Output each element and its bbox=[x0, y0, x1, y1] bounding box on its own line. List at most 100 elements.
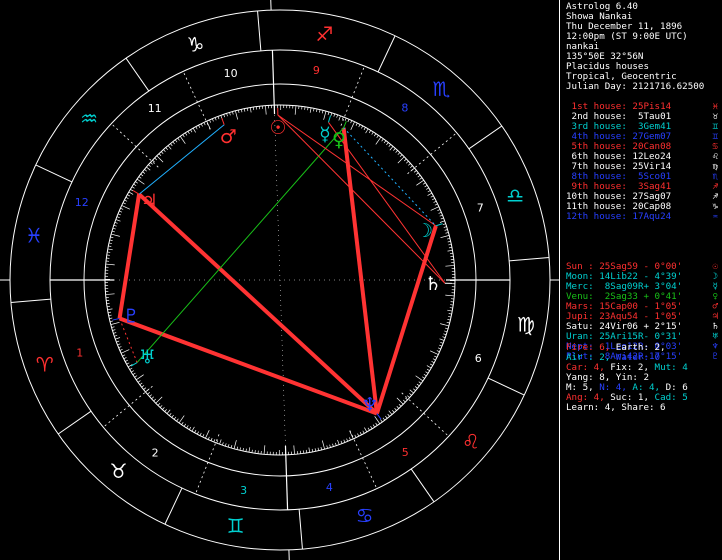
degree-tick bbox=[172, 141, 175, 145]
degree-tick bbox=[119, 349, 123, 351]
degree-tick bbox=[422, 376, 425, 379]
degree-tick bbox=[443, 333, 447, 336]
degree-tick bbox=[219, 439, 222, 445]
degree-tick bbox=[440, 341, 444, 344]
degree-tick bbox=[108, 245, 112, 247]
degree-tick bbox=[151, 396, 154, 400]
degree-tick bbox=[108, 311, 112, 314]
degree-tick bbox=[395, 150, 398, 153]
degree-tick bbox=[434, 203, 438, 206]
house-number-label: 5 bbox=[402, 446, 409, 459]
panel-divider bbox=[559, 0, 560, 560]
degree-tick bbox=[170, 143, 173, 147]
degree-tick bbox=[174, 139, 178, 143]
aspect-line bbox=[118, 316, 378, 416]
degree-tick bbox=[141, 385, 145, 388]
degree-tick bbox=[365, 128, 369, 134]
degree-tick bbox=[109, 320, 114, 322]
degree-tick bbox=[229, 112, 231, 116]
degree-tick bbox=[196, 431, 199, 435]
zodiac-sign-icon: ♒ bbox=[80, 107, 98, 131]
degree-tick bbox=[439, 344, 443, 347]
degree-tick bbox=[408, 163, 411, 166]
degree-tick bbox=[240, 109, 243, 113]
degree-tick bbox=[447, 249, 453, 252]
degree-tick bbox=[346, 438, 349, 442]
degree-tick bbox=[409, 389, 414, 394]
house-sign-icon: ♒ bbox=[712, 211, 718, 222]
aspect-line bbox=[277, 114, 446, 284]
degree-tick bbox=[165, 147, 168, 150]
degree-tick bbox=[392, 410, 395, 413]
degree-tick bbox=[242, 448, 244, 452]
degree-tick bbox=[138, 176, 142, 179]
house-number-label: 4 bbox=[326, 481, 333, 494]
degree-tick bbox=[433, 200, 437, 203]
degree-tick bbox=[406, 160, 409, 164]
planet-glyph-icon: ♀ bbox=[332, 129, 346, 151]
degree-tick bbox=[118, 346, 122, 349]
degree-tick bbox=[239, 447, 241, 451]
degree-tick bbox=[332, 443, 334, 447]
degree-tick bbox=[111, 233, 120, 237]
degree-tick bbox=[350, 121, 355, 130]
degree-tick bbox=[436, 350, 440, 353]
degree-tick bbox=[446, 238, 451, 240]
degree-tick bbox=[122, 202, 126, 205]
degree-tick bbox=[133, 183, 137, 187]
sign-divider bbox=[35, 164, 73, 183]
sign-divider bbox=[468, 125, 503, 150]
degree-tick bbox=[109, 239, 113, 241]
degree-tick bbox=[445, 294, 455, 297]
degree-tick bbox=[173, 416, 177, 420]
degree-tick bbox=[146, 166, 151, 171]
zodiac-sign-icon: ♍ bbox=[517, 312, 535, 336]
planet-glyph-icon: ♆ bbox=[361, 394, 378, 416]
degree-tick bbox=[227, 444, 230, 448]
degree-tick bbox=[397, 156, 405, 164]
house-cusp-line bbox=[349, 430, 378, 489]
degree-tick bbox=[399, 154, 403, 157]
degree-tick bbox=[416, 179, 424, 186]
aspect-line bbox=[117, 193, 142, 319]
aspect-line bbox=[277, 114, 437, 227]
degree-tick bbox=[405, 397, 408, 401]
degree-tick bbox=[191, 426, 195, 432]
degree-tick bbox=[317, 447, 320, 451]
degree-tick bbox=[314, 448, 317, 452]
degree-tick bbox=[122, 354, 126, 357]
zodiac-sign-icon: ♑ bbox=[186, 33, 204, 57]
house-number-label: 6 bbox=[475, 352, 482, 365]
degree-tick bbox=[114, 222, 118, 224]
degree-tick bbox=[397, 152, 401, 155]
degree-tick bbox=[359, 432, 362, 436]
degree-tick bbox=[213, 439, 216, 443]
degree-tick bbox=[110, 236, 114, 239]
degree-tick bbox=[160, 151, 164, 154]
degree-tick bbox=[105, 293, 115, 295]
degree-tick bbox=[448, 313, 452, 315]
degree-tick bbox=[184, 132, 188, 136]
degree-tick bbox=[326, 445, 328, 449]
degree-tick bbox=[448, 316, 452, 318]
degree-tick bbox=[159, 405, 163, 408]
degree-tick bbox=[444, 330, 448, 333]
degree-tick bbox=[143, 387, 147, 390]
degree-tick bbox=[444, 229, 448, 231]
degree-tick bbox=[396, 406, 400, 409]
house-cusp-line bbox=[182, 71, 211, 130]
degree-tick bbox=[330, 112, 333, 116]
planet-glyph-icon: ☽ bbox=[416, 220, 433, 242]
degree-tick bbox=[388, 410, 393, 415]
zodiac-sign-icon: ♌ bbox=[462, 429, 480, 453]
degree-tick bbox=[340, 440, 343, 444]
degree-tick bbox=[343, 439, 346, 443]
degree-tick bbox=[222, 442, 224, 446]
degree-tick bbox=[403, 158, 407, 162]
degree-tick bbox=[162, 407, 165, 410]
degree-tick bbox=[309, 107, 312, 113]
degree-tick bbox=[183, 423, 187, 427]
degree-tick bbox=[105, 263, 115, 266]
degree-tick bbox=[155, 396, 163, 404]
degree-tick bbox=[137, 380, 141, 383]
